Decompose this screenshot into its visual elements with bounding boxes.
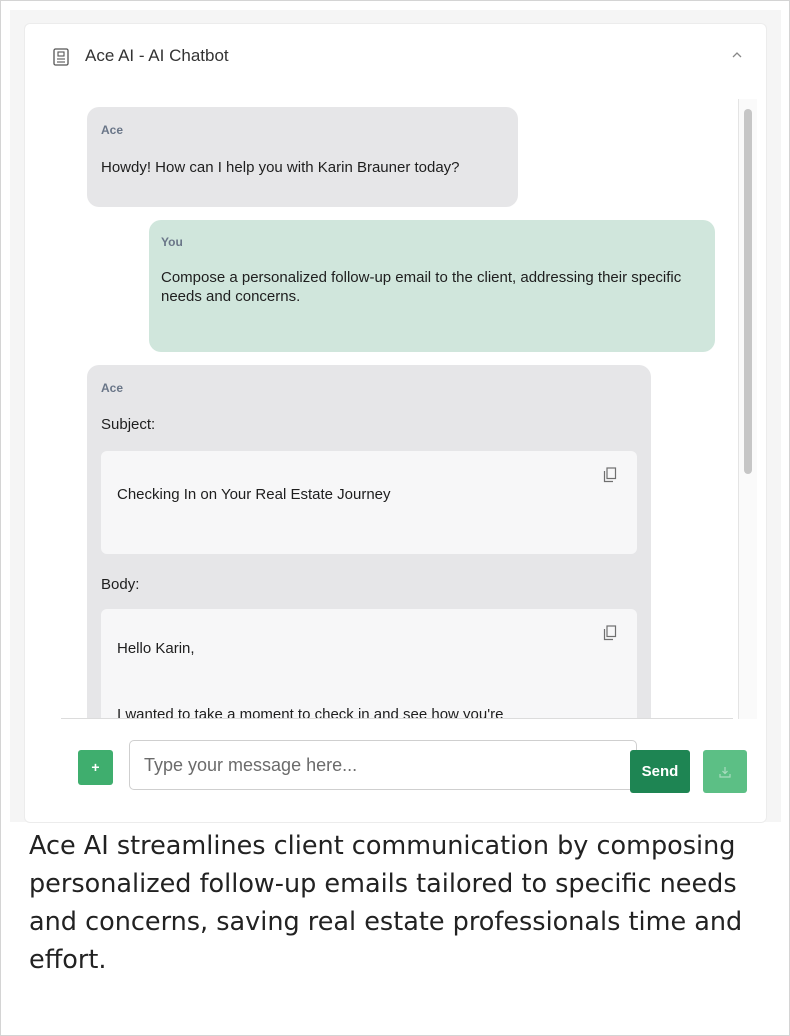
ace-email-message: Ace Subject: Checking In on Your Real Es… [87,365,651,719]
document-icon [53,48,69,66]
message-sender: You [161,235,183,249]
chat-messages[interactable]: Ace Howdy! How can I help you with Karin… [61,99,733,719]
message-text: Compose a personalized follow-up email t… [161,269,682,305]
chatbot-header[interactable]: Ace AI - AI Chatbot [25,24,766,86]
body-label: Body: [101,576,140,593]
add-button[interactable]: + [78,750,113,785]
body-text: I wanted to take a moment to check in an… [117,706,504,719]
message-sender: Ace [101,123,124,137]
download-button[interactable] [703,750,747,793]
chevron-up-icon[interactable] [730,50,744,60]
feature-caption: Ace AI streamlines client communication … [29,831,743,975]
page-frame: Ace AI - AI Chatbot Ace Howdy! How can I… [0,0,790,1036]
ace-message: Ace Howdy! How can I help you with Karin… [87,107,518,207]
user-message: You Compose a personalized follow-up ema… [149,220,715,352]
copy-icon[interactable] [603,467,617,483]
composer-divider [61,718,733,719]
send-button[interactable]: Send [630,750,690,793]
message-text: Howdy! How can I help you with Karin Bra… [101,159,460,176]
subject-box: Checking In on Your Real Estate Journey [101,451,637,554]
copy-icon[interactable] [603,625,617,641]
scrollbar-thumb[interactable] [744,109,752,474]
message-sender: Ace [101,381,124,395]
subject-text: Checking In on Your Real Estate Journey [117,486,391,503]
message-input[interactable] [129,740,637,790]
chatbot-card: Ace AI - AI Chatbot Ace Howdy! How can I… [25,24,766,822]
subject-label: Subject: [101,416,156,433]
body-greeting: Hello Karin, [117,640,195,657]
download-icon [719,767,731,778]
chat-scrollbar[interactable] [738,99,757,719]
chatbot-widget-container: Ace AI - AI Chatbot Ace Howdy! How can I… [10,10,781,822]
chatbot-title: Ace AI - AI Chatbot [85,46,229,65]
body-box: Hello Karin, I wanted to take a moment t… [101,609,637,719]
